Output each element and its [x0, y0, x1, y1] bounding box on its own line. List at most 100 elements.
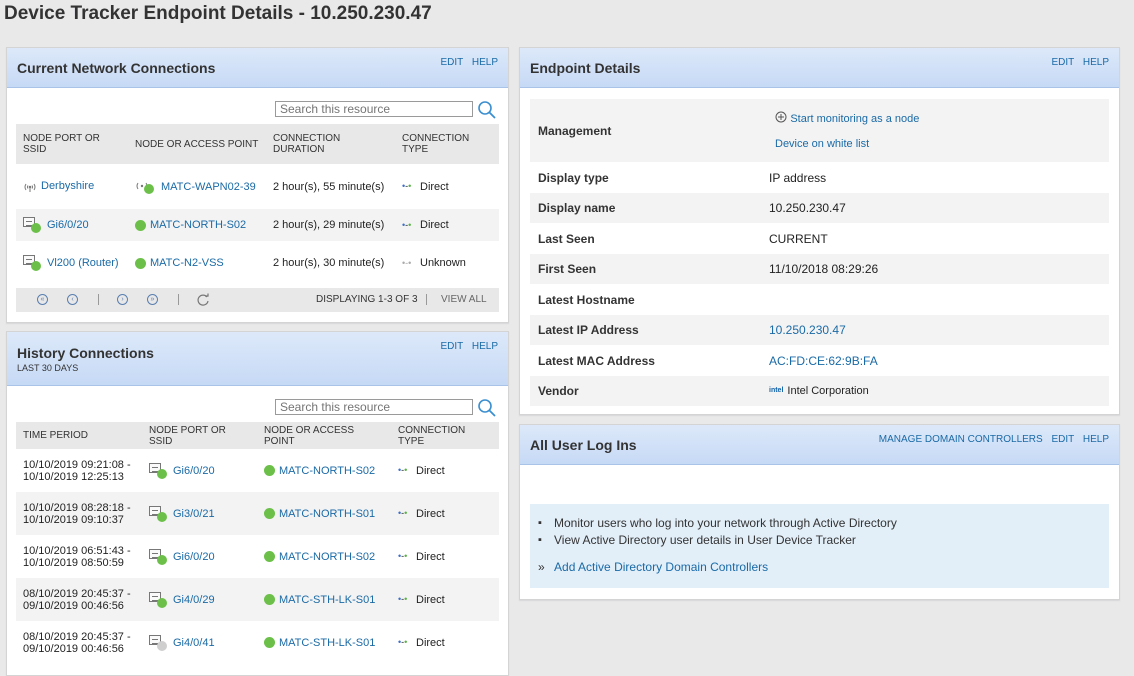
table-row: 08/10/2019 20:45:37 -09/10/2019 00:46:56… — [16, 621, 499, 664]
column-header: NODE OR ACCESS POINT — [128, 124, 266, 164]
port-link[interactable]: Gi6/0/20 — [47, 219, 89, 231]
prev-page-icon[interactable]: ‹ — [67, 294, 78, 305]
table-row: 10/10/2019 06:51:43 -10/10/2019 08:50:59… — [16, 535, 499, 578]
endpoint-details-panel: Endpoint Details EDIT HELP Management St… — [519, 47, 1120, 415]
direct-connection-icon: •-• — [398, 551, 408, 562]
history-connections-panel: History Connections LAST 30 DAYS EDIT HE… — [6, 331, 509, 676]
port-link[interactable]: Derbyshire — [41, 180, 94, 192]
search-input[interactable] — [275, 399, 473, 415]
whitelist-link[interactable]: Device on white list — [775, 138, 869, 150]
header-links: EDIT HELP — [434, 341, 498, 352]
ip-address-link[interactable]: 10.250.230.47 — [769, 323, 846, 337]
column-header: CONNECTION TYPE — [391, 422, 499, 449]
detail-value: Intel Corporation — [787, 385, 869, 397]
edit-link[interactable]: EDIT — [1051, 434, 1074, 445]
table-row: Vl200 (Router) MATC-N2-VSS 2 hour(s), 30… — [16, 241, 499, 285]
search-input[interactable] — [275, 101, 473, 117]
access-point-icon — [135, 180, 155, 194]
first-page-icon[interactable]: « — [37, 294, 48, 305]
detail-value: 11/10/2018 08:29:26 — [761, 254, 1109, 284]
detail-value: IP address — [769, 170, 827, 185]
node-link[interactable]: MATC-STH-LK-S01 — [279, 637, 375, 649]
node-link[interactable]: MATC-STH-LK-S01 — [279, 594, 375, 606]
detail-key: First Seen — [530, 254, 761, 284]
port-link[interactable]: Gi6/0/20 — [173, 464, 215, 476]
table-row: 08/10/2019 20:45:37 -09/10/2019 00:46:56… — [16, 578, 499, 621]
duration-cell: 2 hour(s), 29 minute(s) — [266, 209, 395, 241]
node-link[interactable]: MATC-WAPN02-39 — [161, 180, 256, 192]
direct-connection-icon: •-• — [402, 219, 412, 230]
node-link[interactable]: MATC-NORTH-S02 — [150, 219, 246, 231]
port-icon — [149, 548, 167, 565]
table-row: 10/10/2019 09:21:08 -10/10/2019 12:25:13… — [16, 449, 499, 492]
mac-address-link[interactable]: AC:FD:CE:62:9B:FA — [769, 354, 878, 368]
edit-link[interactable]: EDIT — [440, 57, 463, 68]
connection-type: Direct — [416, 593, 445, 606]
time-end: 09/10/2019 00:46:56 — [23, 599, 124, 612]
time-period-cell: 10/10/2019 06:51:43 -10/10/2019 08:50:59 — [16, 535, 142, 578]
connection-type: Direct — [416, 550, 445, 563]
help-link[interactable]: HELP — [472, 341, 498, 352]
time-start: 08/10/2019 20:45:37 - — [23, 587, 131, 600]
node-link[interactable]: MATC-N2-VSS — [150, 257, 224, 269]
info-bullet: View Active Directory user details in Us… — [530, 532, 1109, 549]
add-domain-controllers-link[interactable]: Add Active Directory Domain Controllers — [554, 560, 768, 574]
detail-row: Display type IP address — [530, 162, 1109, 193]
port-link[interactable]: Vl200 (Router) — [47, 257, 119, 269]
status-up-icon — [135, 257, 146, 269]
view-all-link[interactable]: VIEW ALL — [441, 294, 487, 305]
edit-link[interactable]: EDIT — [440, 341, 463, 352]
help-link[interactable]: HELP — [1083, 434, 1109, 445]
refresh-icon[interactable] — [196, 293, 210, 307]
direct-connection-icon: •-• — [398, 465, 408, 476]
help-link[interactable]: HELP — [1083, 57, 1109, 68]
detail-row: Latest IP Address 10.250.230.47 — [530, 315, 1109, 345]
detail-row: First Seen 11/10/2018 08:29:26 — [530, 254, 1109, 284]
active-directory-info: Monitor users who log into your network … — [530, 504, 1109, 588]
manage-domain-controllers-link[interactable]: MANAGE DOMAIN CONTROLLERS — [879, 434, 1043, 445]
edit-link[interactable]: EDIT — [1051, 57, 1074, 68]
table-row: Gi6/0/20 MATC-NORTH-S02 2 hour(s), 29 mi… — [16, 209, 499, 241]
direct-connection-icon: •-• — [398, 594, 408, 605]
panel-title: History Connections — [17, 345, 154, 361]
port-link[interactable]: Gi3/0/21 — [173, 507, 215, 519]
detail-value — [761, 284, 1109, 315]
pager: « ‹ › » DISPLAYING 1-3 OF 3 VIEW ALL — [16, 288, 499, 312]
time-end: 10/10/2019 08:50:59 — [23, 556, 124, 569]
search-icon[interactable] — [477, 398, 497, 418]
port-icon — [23, 217, 41, 233]
detail-row: Management Start monitoring as a node De… — [530, 99, 1109, 162]
direct-connection-icon: •-• — [398, 508, 408, 519]
port-icon — [149, 505, 167, 522]
panel-header: All User Log Ins MANAGE DOMAIN CONTROLLE… — [520, 425, 1119, 465]
divider — [178, 294, 179, 305]
node-link[interactable]: MATC-NORTH-S02 — [279, 465, 375, 477]
add-icon — [775, 111, 787, 122]
last-page-icon[interactable]: » — [147, 294, 158, 305]
time-start: 10/10/2019 08:28:18 - — [23, 501, 131, 514]
port-link[interactable]: Gi6/0/20 — [173, 550, 215, 562]
column-header: NODE OR ACCESS POINT — [257, 422, 391, 449]
wireless-icon — [24, 183, 36, 192]
detail-key: Display type — [538, 170, 609, 185]
port-link[interactable]: Gi4/0/29 — [173, 593, 215, 605]
next-page-icon[interactable]: › — [117, 294, 128, 305]
port-link[interactable]: Gi4/0/41 — [173, 636, 215, 648]
start-monitoring-label: Start monitoring as a node — [790, 112, 920, 125]
start-monitoring-link[interactable]: Start monitoring as a node — [775, 111, 919, 125]
header-links: EDIT HELP — [1045, 57, 1109, 68]
search-icon[interactable] — [477, 100, 497, 120]
current-connections-panel: Current Network Connections EDIT HELP NO… — [6, 47, 509, 323]
header-links: EDIT HELP — [434, 57, 498, 68]
detail-key: Management — [530, 99, 761, 162]
divider — [426, 294, 427, 305]
status-up-icon — [264, 637, 275, 649]
endpoint-details-table: Management Start monitoring as a node De… — [530, 99, 1109, 406]
time-start: 08/10/2019 20:45:37 - — [23, 630, 131, 643]
time-end: 10/10/2019 09:10:37 — [23, 513, 124, 526]
status-up-icon — [264, 551, 275, 563]
help-link[interactable]: HELP — [472, 57, 498, 68]
node-link[interactable]: MATC-NORTH-S02 — [279, 551, 375, 563]
node-link[interactable]: MATC-NORTH-S01 — [279, 508, 375, 520]
detail-row: Last Seen CURRENT — [530, 223, 1109, 254]
